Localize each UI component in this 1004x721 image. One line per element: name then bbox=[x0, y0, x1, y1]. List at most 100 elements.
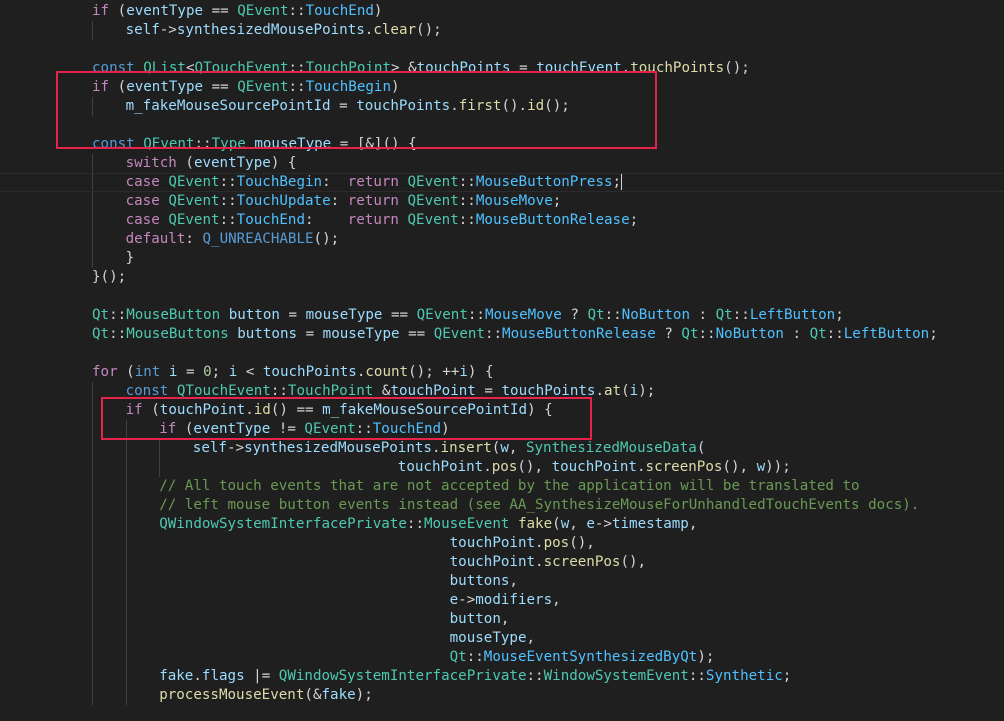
indent-guide bbox=[92, 572, 93, 591]
indent-guide bbox=[92, 230, 93, 249]
code-token: . bbox=[595, 383, 604, 399]
code-token: // left mouse button events instead (see… bbox=[159, 497, 920, 513]
code-token: TouchEnd bbox=[305, 3, 374, 19]
code-token: switch bbox=[125, 155, 177, 171]
code-line[interactable]: // All touch events that are not accepte… bbox=[0, 477, 1004, 496]
code-lines[interactable]: if (eventType == QEvent::TouchEnd) self->… bbox=[0, 2, 1004, 705]
code-token: Qt bbox=[809, 326, 827, 342]
code-token: int bbox=[134, 364, 161, 380]
code-token: touchPoint bbox=[449, 554, 536, 570]
code-line[interactable]: if (eventType != QEvent::TouchEnd) bbox=[0, 420, 1004, 439]
code-text: if (eventType == QEvent::TouchEnd) bbox=[92, 2, 382, 21]
code-line[interactable]: self->synthesizedMousePoints.clear(); bbox=[0, 21, 1004, 40]
code-token: const bbox=[92, 136, 135, 152]
indent-guide bbox=[92, 97, 93, 116]
code-line[interactable] bbox=[0, 116, 1004, 135]
code-line[interactable]: touchPoint.pos(), bbox=[0, 534, 1004, 553]
code-token: == bbox=[203, 79, 238, 95]
code-line[interactable]: m_fakeMouseSourcePointId = touchPoints.f… bbox=[0, 97, 1004, 116]
indent-guide bbox=[125, 591, 127, 610]
code-line[interactable]: e->modifiers, bbox=[0, 591, 1004, 610]
code-token: : bbox=[330, 193, 348, 209]
code-token: (), bbox=[517, 459, 552, 475]
text-cursor bbox=[621, 174, 623, 190]
code-token: QList bbox=[143, 60, 186, 76]
code-line[interactable]: buttons, bbox=[0, 572, 1004, 591]
code-line[interactable]: const QEvent::Type mouseType = [&]() { bbox=[0, 135, 1004, 154]
code-line[interactable]: for (int i = 0; i < touchPoints.count();… bbox=[0, 363, 1004, 382]
code-line[interactable]: mouseType, bbox=[0, 629, 1004, 648]
code-line[interactable]: if (eventType == QEvent::TouchBegin) bbox=[0, 78, 1004, 97]
code-token: touchPoint bbox=[159, 402, 246, 418]
code-token: < bbox=[237, 364, 263, 380]
code-text: }(); bbox=[92, 268, 126, 287]
code-text: const QList<QTouchEvent::TouchPoint> &to… bbox=[92, 59, 750, 78]
code-token: :: bbox=[604, 307, 622, 323]
code-token: first bbox=[458, 98, 502, 114]
code-line[interactable]: button, bbox=[0, 610, 1004, 629]
code-line[interactable]: const QTouchEvent::TouchPoint &touchPoin… bbox=[0, 382, 1004, 401]
code-line[interactable]: default: Q_UNREACHABLE(); bbox=[0, 230, 1004, 249]
code-line[interactable]: Qt::MouseButton button = mouseType == QE… bbox=[0, 306, 1004, 325]
code-token: synthesizedMousePoints bbox=[176, 22, 365, 38]
code-token: mouseType bbox=[305, 307, 383, 323]
code-token: eventType bbox=[126, 3, 204, 19]
code-line[interactable]: touchPoint.screenPos(), bbox=[0, 553, 1004, 572]
code-token: w bbox=[560, 516, 570, 532]
continuation-padding bbox=[159, 592, 449, 608]
code-text: if (eventType != QEvent::TouchEnd) bbox=[159, 420, 449, 439]
code-token: buttons bbox=[449, 573, 510, 589]
code-line[interactable]: self->synthesizedMousePoints.insert (w, S… bbox=[0, 439, 1004, 458]
code-token: & bbox=[373, 383, 391, 399]
code-text: fake.flags |= QWindowSystemInterfacePriv… bbox=[159, 667, 791, 686]
code-line[interactable] bbox=[0, 40, 1004, 59]
code-token: MouseMove bbox=[475, 193, 553, 209]
code-token: -> bbox=[458, 592, 476, 608]
code-line[interactable]: case QEvent::TouchUpdate: return QEvent:… bbox=[0, 192, 1004, 211]
code-token: = bbox=[475, 383, 502, 399]
code-editor[interactable]: if (eventType == QEvent::TouchEnd) self->… bbox=[0, 0, 1004, 721]
code-line[interactable]: Qt::MouseButtons buttons = mouseType == … bbox=[0, 325, 1004, 344]
code-token: processMouseEvent bbox=[159, 687, 305, 703]
code-token: : bbox=[305, 212, 348, 228]
code-line[interactable]: touchPoint.pos(), touchPoint.screenPos()… bbox=[0, 458, 1004, 477]
indent-guide bbox=[92, 21, 93, 40]
code-token: QWindowSystemInterfacePrivate bbox=[278, 668, 527, 684]
code-line[interactable]: // left mouse button events instead (see… bbox=[0, 496, 1004, 515]
code-token: -> bbox=[226, 440, 245, 456]
code-token: TouchBegin bbox=[236, 174, 323, 190]
code-token: :: bbox=[526, 668, 544, 684]
code-token: ) { bbox=[270, 155, 297, 171]
code-text: const QEvent::Type mouseType = [&]() { bbox=[92, 135, 417, 154]
code-line[interactable]: switch (eventType) { bbox=[0, 154, 1004, 173]
code-line[interactable]: if (eventType == QEvent::TouchEnd) bbox=[0, 2, 1004, 21]
code-line[interactable] bbox=[0, 344, 1004, 363]
code-line[interactable]: }(); bbox=[0, 268, 1004, 287]
code-line[interactable] bbox=[0, 287, 1004, 306]
code-line[interactable]: case QEvent::TouchBegin: return QEvent::… bbox=[0, 173, 1004, 192]
code-text: if (touchPoint.id() == m_fakeMouseSource… bbox=[126, 401, 553, 420]
code-token: :: bbox=[458, 193, 476, 209]
code-text: button, bbox=[159, 610, 510, 629]
code-token: } bbox=[125, 250, 135, 266]
indent-guide bbox=[92, 192, 93, 211]
code-token: QWindowSystemInterfacePrivate bbox=[159, 516, 407, 532]
code-token: LeftButton bbox=[749, 307, 836, 323]
code-token: fake bbox=[159, 668, 194, 684]
code-token: ( bbox=[117, 364, 135, 380]
code-token: :: bbox=[288, 79, 306, 95]
code-line[interactable]: const QList<QTouchEvent::TouchPoint> &to… bbox=[0, 59, 1004, 78]
code-line[interactable]: processMouseEvent(&fake); bbox=[0, 686, 1004, 705]
code-token: . bbox=[621, 60, 631, 76]
indent-guide bbox=[92, 174, 93, 191]
code-line[interactable]: QWindowSystemInterfacePrivate::MouseEven… bbox=[0, 515, 1004, 534]
code-line[interactable]: Qt::MouseEventSynthesizedByQt); bbox=[0, 648, 1004, 667]
indent-guide bbox=[92, 515, 93, 534]
code-line[interactable]: case QEvent::TouchEnd: return QEvent::Mo… bbox=[0, 211, 1004, 230]
code-token: default bbox=[125, 231, 186, 247]
code-line[interactable]: if (touchPoint.id() == m_fakeMouseSource… bbox=[0, 401, 1004, 420]
code-line[interactable]: fake.flags |= QWindowSystemInterfacePriv… bbox=[0, 667, 1004, 686]
code-line[interactable]: } bbox=[0, 249, 1004, 268]
code-token: , bbox=[509, 573, 518, 589]
indent-guide bbox=[92, 420, 93, 439]
